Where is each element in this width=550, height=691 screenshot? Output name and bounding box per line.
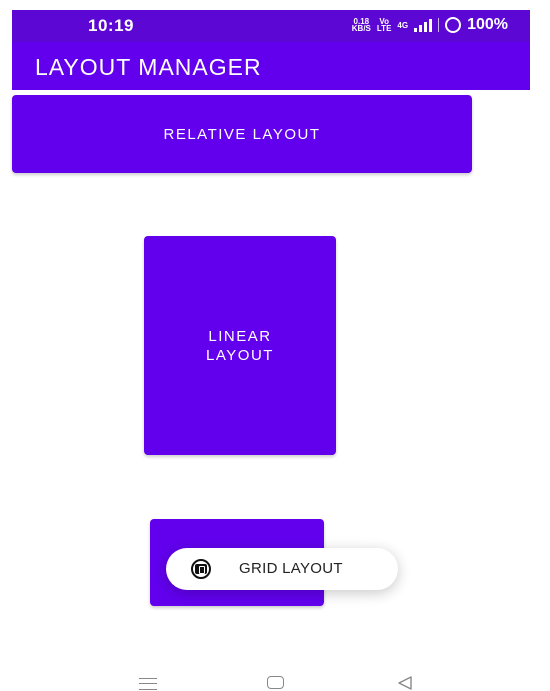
toast-message: GRID LAYOUT <box>166 548 398 590</box>
linear-layout-button[interactable]: LINEAR LAYOUT <box>144 236 336 455</box>
network-speed: 0.18 KB/S <box>351 18 371 33</box>
back-triangle-icon[interactable] <box>397 675 413 691</box>
volte-indicator: Vo LTE <box>376 18 392 33</box>
status-time: 10:19 <box>88 16 134 35</box>
app-icon <box>191 559 211 579</box>
status-bar: 10:19 0.18 KB/S Vo LTE 4G 100% <box>12 10 530 42</box>
network-type-label: 4G <box>397 20 409 30</box>
app-bar: LAYOUT MANAGER <box>12 42 530 90</box>
relative-layout-button[interactable]: RELATIVE LAYOUT <box>12 95 472 173</box>
linear-layout-label: LINEAR LAYOUT <box>206 327 274 364</box>
status-indicators: 0.18 KB/S Vo LTE 4G 100% <box>352 16 508 34</box>
toast-text: GRID LAYOUT <box>239 560 343 577</box>
network-type: 4G <box>397 20 409 30</box>
page-title: LAYOUT MANAGER <box>35 54 262 80</box>
home-square-icon[interactable] <box>267 676 284 689</box>
volte-bottom: LTE <box>376 24 392 33</box>
battery-icon <box>445 17 462 33</box>
system-nav-bar <box>0 660 550 691</box>
menu-lines-icon[interactable] <box>139 678 157 690</box>
status-divider <box>438 18 440 32</box>
battery-level: 100% <box>467 16 508 33</box>
signal-icon <box>414 18 433 32</box>
network-speed-unit: KB/S <box>351 24 371 33</box>
